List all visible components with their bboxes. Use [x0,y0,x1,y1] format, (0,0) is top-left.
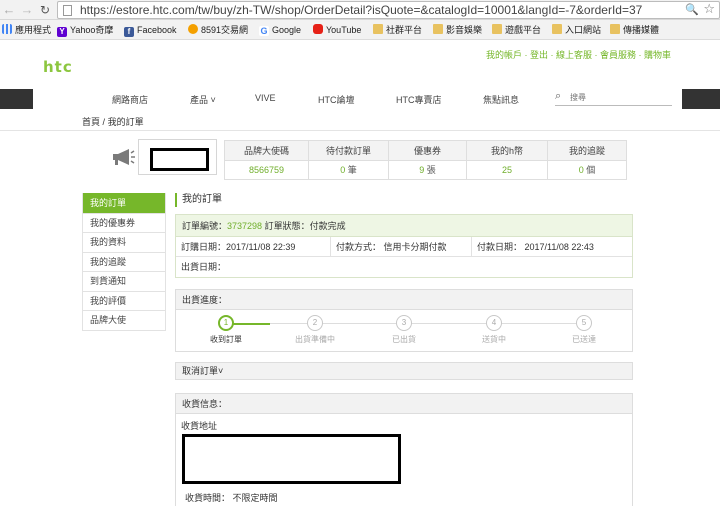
progress-step-preparing: 2 出貨準備中 [285,315,345,345]
bookmark-folder-social[interactable]: 社群平台 [373,23,422,37]
bookmark-folder-news[interactable]: 傳播媒體 [610,23,659,37]
payment-method: 付款方式： 信用卡分期付款 [330,237,470,257]
nav-item-forum[interactable]: HTC論壇 [318,93,355,106]
nav-item-products[interactable]: 產品 ˅ [190,93,216,106]
yahoo-icon: Y [57,27,67,37]
nav-item-news[interactable]: 焦點訊息 [483,93,519,106]
8591-icon [188,24,198,34]
bookmark-folder-media[interactable]: 影音娛樂 [433,23,482,37]
progress-step-received: 1 收到訂單 [196,315,256,345]
bookmark-youtube[interactable]: YouTube [313,23,361,37]
order-status: 付款完成 [309,221,346,231]
page-icon [63,5,72,16]
side-item-following[interactable]: 我的追蹤 [83,251,165,271]
htc-logo[interactable]: htc [43,58,73,76]
order-summary: 訂單編號：3737298 訂單狀態：付款完成 訂購日期：2017/11/08 2… [175,214,633,278]
search-box[interactable]: ⌕ [555,90,672,106]
nav-item-store[interactable]: 網路商店 [112,93,148,106]
bookmark-folder-portal[interactable]: 入口網站 [552,23,601,37]
address-label: 收貨地址 [181,421,218,431]
folder-icon [373,24,383,34]
stat-ambassador-code[interactable]: 品牌大使碼 8566759 [225,141,308,179]
bookmark-facebook[interactable]: f Facebook [124,23,177,37]
side-item-reviews[interactable]: 我的評價 [83,290,165,310]
facebook-icon: f [124,27,134,37]
folder-icon [610,24,620,34]
bookmark-folder-games[interactable]: 遊戲平台 [492,23,541,37]
search-icon[interactable]: ⌕ [555,90,561,103]
page-title: 我的訂單 [175,193,222,207]
shipping-info: 收貨信息： 收貨地址 收貨時間： 不限定時間 [175,393,633,506]
divider [0,130,720,131]
zoom-icon[interactable]: 🔍 [685,2,699,18]
progress-step-delivering: 4 送貨中 [464,315,524,345]
bookmark-star-icon[interactable]: ☆ [703,2,715,17]
member-name-box [138,139,217,175]
ship-date: 出貨日期： [181,262,227,272]
order-dates-row: 訂購日期：2017/11/08 22:39 付款方式： 信用卡分期付款 付款日期… [176,237,632,257]
back-arrow-icon[interactable]: ← [1,2,17,18]
chevron-down-icon: ˅ [218,366,224,376]
nav-item-shops[interactable]: HTC專賣店 [396,93,442,106]
side-menu: 我的訂單 我的優惠券 我的資料 我的追蹤 到貨通知 我的評價 品牌大使 [82,193,166,331]
payment-date: 付款日期： 2017/11/08 22:43 [471,237,631,257]
megaphone-icon [113,149,135,165]
delivery-time: 收貨時間： 不限定時間 [185,493,278,503]
bookmark-apps[interactable]: 應用程式 [2,23,51,37]
redacted-address [182,434,401,484]
folder-icon [433,24,443,34]
nav-side-bar-left [0,89,33,109]
folder-icon [492,24,502,34]
url-text: https://estore.htc.com/tw/buy/zh-TW/shop… [80,3,643,17]
stat-pending-orders[interactable]: 待付款訂單 0 筆 [308,141,388,179]
cancel-order-toggle[interactable]: 取消訂單˅ [175,362,633,380]
redacted-member-name [150,148,209,171]
shipping-progress: 出貨進度： 1 收到訂單 2 出貨準備中 3 已出貨 4 送貨中 5 已送達 [175,289,633,352]
youtube-icon [313,24,323,34]
nav-item-vive[interactable]: VIVE [255,93,276,103]
side-item-orders[interactable]: 我的訂單 [83,193,165,213]
member-stats: 品牌大使碼 8566759 待付款訂單 0 筆 優惠券 9 張 我的h幣 25 … [224,140,627,180]
search-input[interactable] [570,91,670,104]
folder-icon [552,24,562,34]
stat-coupons[interactable]: 優惠券 9 張 [388,141,466,179]
side-item-coupons[interactable]: 我的優惠券 [83,212,165,232]
side-item-ambassador[interactable]: 品牌大使 [83,310,165,330]
apps-icon [2,24,12,34]
side-item-arrival-notice[interactable]: 到貨通知 [83,271,165,291]
side-item-profile[interactable]: 我的資料 [83,232,165,252]
browser-toolbar: ← → ↻ https://estore.htc.com/tw/buy/zh-T… [0,0,720,20]
stat-h-coins[interactable]: 我的h幣 25 [466,141,547,179]
google-icon: G [259,26,269,36]
bookmark-google[interactable]: G Google [259,23,301,37]
nav-side-bar-right [682,89,720,109]
forward-arrow-icon[interactable]: → [19,2,35,18]
progress-step-delivered: 5 已送達 [554,315,614,345]
reload-icon[interactable]: ↻ [37,2,53,18]
breadcrumb-separator: / [102,117,106,127]
progress-title: 出貨進度： [176,290,632,310]
ship-date-row: 出貨日期： [176,257,632,277]
shipping-info-title: 收貨信息： [176,394,632,414]
stat-following[interactable]: 我的追蹤 0 個 [547,141,626,179]
progress-step-shipped: 3 已出貨 [374,315,434,345]
bookmarks-bar: 應用程式 Y Yahoo奇摩 f Facebook 8591交易網 G Google … [0,20,720,40]
order-header: 訂單編號：3737298 訂單狀態：付款完成 [176,215,632,237]
breadcrumb-home[interactable]: 首頁 [82,117,100,127]
dropdown-caret-icon: ˅ [208,95,216,105]
account-links[interactable]: 我的帳戶 · 登出 · 線上客服 · 會員服務 · 購物車 [486,48,671,61]
breadcrumb: 首頁 / 我的訂單 [82,115,144,128]
breadcrumb-current: 我的訂單 [107,117,144,127]
bookmark-8591[interactable]: 8591交易網 [188,23,248,37]
address-bar[interactable]: https://estore.htc.com/tw/buy/zh-TW/shop… [57,1,720,19]
order-number: 3737298 [227,221,263,231]
order-date: 訂購日期：2017/11/08 22:39 [181,242,296,252]
bookmark-yahoo[interactable]: Y Yahoo奇摩 [57,23,113,37]
